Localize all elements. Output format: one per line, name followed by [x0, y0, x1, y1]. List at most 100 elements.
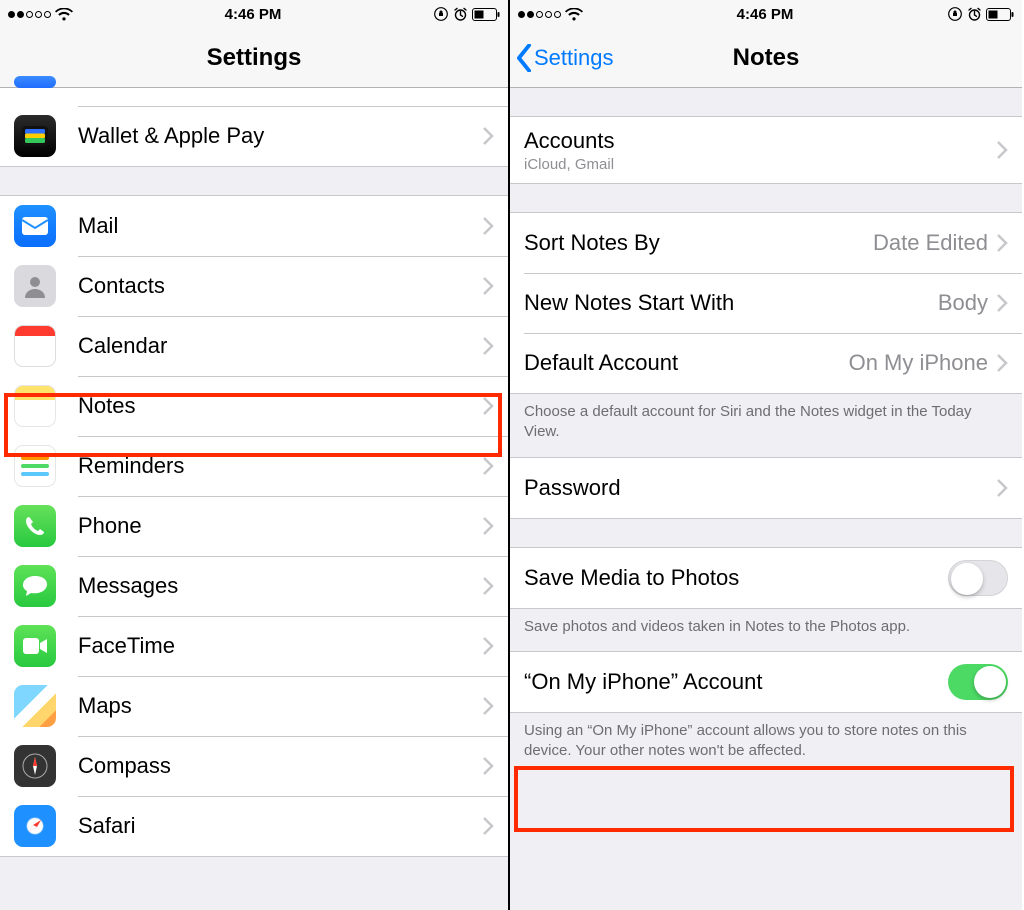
- settings-pane: 4:46 PM Settings: [0, 0, 510, 910]
- row-label: Maps: [78, 693, 482, 719]
- settings-row-compass[interactable]: Compass: [0, 736, 508, 796]
- row-label: Mail: [78, 213, 482, 239]
- settings-row-safari[interactable]: Safari: [0, 796, 508, 856]
- chevron-right-icon: [482, 397, 494, 415]
- signal-dots-icon: [518, 11, 561, 18]
- accounts-sub: iCloud, Gmail: [524, 156, 996, 173]
- notes-settings-pane: 4:46 PM Settings Notes: [510, 0, 1022, 910]
- messages-icon: [14, 565, 56, 607]
- settings-row-reminders[interactable]: Reminders: [0, 436, 508, 496]
- password-row[interactable]: Password: [510, 458, 1022, 518]
- back-label: Settings: [534, 45, 614, 71]
- chevron-right-icon: [996, 354, 1008, 372]
- highlight-on-my-iphone-row: [514, 766, 1014, 832]
- row-label: “On My iPhone” Account: [524, 669, 948, 695]
- chevron-right-icon: [482, 757, 494, 775]
- row-label: Reminders: [78, 453, 482, 479]
- footer-on-my-iphone: Using an “On My iPhone” account allows y…: [510, 713, 1022, 776]
- save-media-toggle[interactable]: [948, 560, 1008, 596]
- status-time: 4:46 PM: [737, 6, 794, 23]
- status-bar: 4:46 PM: [510, 0, 1022, 28]
- battery-icon: [986, 8, 1014, 21]
- row-label: Password: [524, 475, 996, 501]
- status-time: 4:46 PM: [225, 6, 282, 23]
- chevron-right-icon: [482, 277, 494, 295]
- settings-row-partial[interactable]: [0, 88, 508, 106]
- settings-row-messages[interactable]: Messages: [0, 556, 508, 616]
- chevron-right-icon: [482, 457, 494, 475]
- settings-row-wallet[interactable]: Wallet & Apple Pay: [0, 106, 508, 166]
- nav-bar: Settings Notes: [510, 28, 1022, 88]
- chevron-right-icon: [482, 817, 494, 835]
- settings-row-notes[interactable]: Notes: [0, 376, 508, 436]
- new-notes-start-row[interactable]: New Notes Start With Body: [510, 273, 1022, 333]
- calendar-icon: [14, 325, 56, 367]
- row-value: Body: [938, 290, 988, 316]
- settings-row-calendar[interactable]: Calendar: [0, 316, 508, 376]
- row-label: Contacts: [78, 273, 482, 299]
- row-label: Sort Notes By: [524, 230, 873, 256]
- settings-row-phone[interactable]: Phone: [0, 496, 508, 556]
- alarm-icon: [967, 7, 982, 22]
- accounts-row[interactable]: Accounts iCloud, Gmail: [510, 117, 1022, 183]
- row-label: Phone: [78, 513, 482, 539]
- safari-icon: [14, 805, 56, 847]
- wifi-icon: [55, 8, 73, 21]
- orientation-lock-icon: [947, 6, 963, 22]
- row-label: Save Media to Photos: [524, 565, 948, 591]
- row-value: On My iPhone: [849, 350, 988, 376]
- chevron-right-icon: [482, 337, 494, 355]
- chevron-right-icon: [482, 577, 494, 595]
- back-button[interactable]: Settings: [516, 44, 614, 72]
- footer-default-account: Choose a default account for Siri and th…: [510, 394, 1022, 457]
- page-title: Notes: [733, 44, 800, 72]
- contacts-icon: [14, 265, 56, 307]
- compass-icon: [14, 745, 56, 787]
- chevron-right-icon: [996, 234, 1008, 252]
- app-icon: [14, 76, 56, 88]
- row-value: Date Edited: [873, 230, 988, 256]
- chevron-right-icon: [996, 479, 1008, 497]
- nav-bar: Settings: [0, 28, 508, 88]
- settings-row-facetime[interactable]: FaceTime: [0, 616, 508, 676]
- notes-icon: [14, 385, 56, 427]
- row-label: Calendar: [78, 333, 482, 359]
- chevron-right-icon: [482, 637, 494, 655]
- settings-row-contacts[interactable]: Contacts: [0, 256, 508, 316]
- footer-save-media: Save photos and videos taken in Notes to…: [510, 609, 1022, 651]
- wifi-icon: [565, 8, 583, 21]
- row-label: Safari: [78, 813, 482, 839]
- reminders-icon: [14, 445, 56, 487]
- row-label: FaceTime: [78, 633, 482, 659]
- row-label: Messages: [78, 573, 482, 599]
- wallet-icon: [14, 115, 56, 157]
- mail-icon: [14, 205, 56, 247]
- save-media-row[interactable]: Save Media to Photos: [510, 548, 1022, 608]
- row-label: Notes: [78, 393, 482, 419]
- chevron-right-icon: [996, 294, 1008, 312]
- chevron-right-icon: [482, 127, 494, 145]
- settings-row-maps[interactable]: Maps: [0, 676, 508, 736]
- sort-notes-row[interactable]: Sort Notes By Date Edited: [510, 213, 1022, 273]
- facetime-icon: [14, 625, 56, 667]
- page-title: Settings: [207, 44, 302, 72]
- row-label: New Notes Start With: [524, 290, 938, 316]
- settings-row-mail[interactable]: Mail: [0, 196, 508, 256]
- row-label: Accounts: [524, 128, 996, 154]
- on-my-iphone-toggle[interactable]: [948, 664, 1008, 700]
- on-my-iphone-row[interactable]: “On My iPhone” Account: [510, 652, 1022, 712]
- row-label: Default Account: [524, 350, 849, 376]
- maps-icon: [14, 685, 56, 727]
- default-account-row[interactable]: Default Account On My iPhone: [510, 333, 1022, 393]
- alarm-icon: [453, 7, 468, 22]
- signal-dots-icon: [8, 11, 51, 18]
- row-label: Compass: [78, 753, 482, 779]
- battery-icon: [472, 8, 500, 21]
- orientation-lock-icon: [433, 6, 449, 22]
- chevron-right-icon: [482, 217, 494, 235]
- phone-icon: [14, 505, 56, 547]
- chevron-right-icon: [482, 697, 494, 715]
- chevron-right-icon: [996, 141, 1008, 159]
- chevron-right-icon: [482, 517, 494, 535]
- status-bar: 4:46 PM: [0, 0, 508, 28]
